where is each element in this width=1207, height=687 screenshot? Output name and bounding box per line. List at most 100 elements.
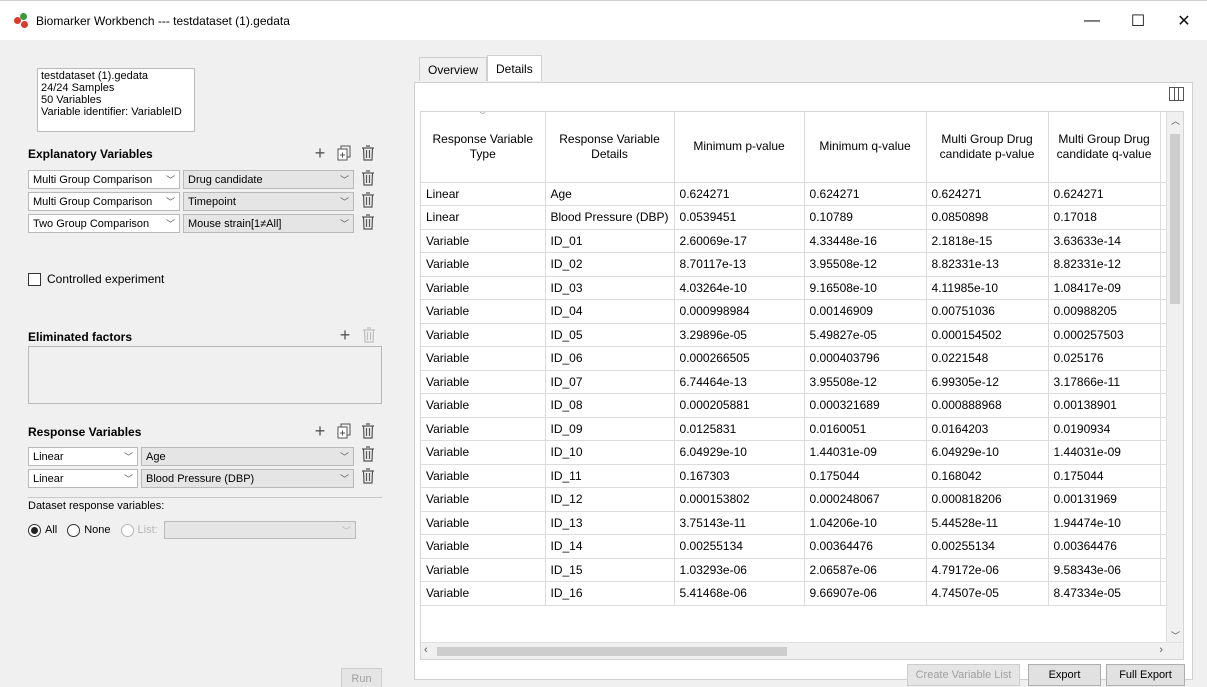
table-row[interactable]: Variable ID_08 0.000205881 0.000321689 0.000… [421,393,1181,418]
chevron-down-icon: ﹀ [339,175,349,185]
table-row[interactable]: Variable ID_13 3.75143e-11 1.04206e-10 5.445… [421,511,1181,535]
chevron-down-icon: ﹀ [123,474,133,484]
explanatory-type-select-2[interactable]: Multi Group Comparison ﹀ [28,192,180,211]
table-row[interactable]: Variable ID_05 3.29896e-05 5.49827e-05 0.000… [421,323,1181,347]
controlled-experiment-checkbox[interactable] [28,272,41,286]
export-button[interactable]: Export [1028,664,1101,686]
dataset-response-label: Dataset response variables: [28,497,382,512]
tab-details[interactable]: Details [487,55,542,81]
radio-none[interactable] [67,523,81,537]
dataset-info-box: testdataset (1).gedata 24/24 Samples 50 … [37,68,195,132]
explanatory-variable-select-3[interactable]: Mouse strain[1≠All] ﹀ [183,214,354,233]
table-cell: Variable [421,581,546,606]
table-cell: ID_14 [545,534,675,559]
vertical-scroll-thumb[interactable] [1170,134,1180,304]
column-header[interactable]: Minimum p-value [674,112,805,183]
table-cell: ID_15 [545,558,675,582]
table-cell: 1.03293e-06 [674,558,805,582]
delete-row-trash-icon[interactable] [361,446,375,466]
horizontal-scrollbar[interactable]: ‹ › [421,642,1183,659]
table-row[interactable]: Variable ID_03 4.03264e-10 9.16508e-10 4.119… [421,276,1181,300]
delete-row-trash-icon[interactable] [361,192,375,212]
column-header[interactable]: ﹀ Response Variable Type [421,112,546,183]
table-cell: 1.44031e-09 [1048,440,1161,465]
explanatory-variable-select-1[interactable]: Drug candidate ﹀ [183,170,354,189]
chevron-down-icon: ﹀ [123,452,133,462]
table-header-row: ﹀ Response Variable Type Response Variabl… [421,112,1181,183]
tab-overview[interactable]: Overview [419,57,488,81]
table-row[interactable]: Variable ID_14 0.00255134 0.00364476 0.00255… [421,534,1181,559]
horizontal-scroll-thumb[interactable] [437,647,787,656]
table-cell: 9.16508e-10 [804,276,927,300]
table-cell: 4.79172e-06 [926,558,1049,582]
table-cell: 8.82331e-13 [926,252,1049,277]
radio-none-label: None [84,524,111,536]
table-row[interactable]: Variable ID_11 0.167303 0.175044 0.168042 0.1… [421,464,1181,488]
table-cell: ID_16 [545,581,675,606]
table-cell: 5.44528e-11 [926,511,1049,535]
table-row[interactable]: Variable ID_04 0.000998984 0.00146909 0.0075… [421,299,1181,324]
maximize-button[interactable]: ☐ [1115,1,1161,41]
explanatory-variable-select-2[interactable]: Timepoint ﹀ [183,192,354,211]
response-variable-select-1[interactable]: Age ﹀ [141,447,354,466]
table-cell: 0.00255134 [674,534,805,559]
table-cell: 0.000257503 [1048,323,1161,347]
radio-all[interactable] [28,523,41,537]
copy-response-icon[interactable] [336,422,352,440]
table-cell: Variable [421,346,546,371]
add-explanatory-plus-icon[interactable]: + [312,143,328,163]
vertical-scrollbar[interactable]: ︿ ﹀ [1166,112,1183,644]
table-cell: 5.41468e-06 [674,581,805,606]
response-type-select-1[interactable]: Linear ﹀ [28,447,138,466]
table-row[interactable]: Linear Blood Pressure (DBP) 0.0539451 0.107… [421,205,1181,230]
table-row[interactable]: Variable ID_16 5.41468e-06 9.66907e-06 4.745… [421,581,1181,606]
response-variable-select-2[interactable]: Blood Pressure (DBP) ﹀ [141,469,354,488]
table-row[interactable]: Variable ID_06 0.000266505 0.000403796 0.022… [421,346,1181,371]
eliminated-factors-list[interactable] [28,346,382,404]
table-cell: 6.74464e-13 [674,370,805,394]
add-eliminated-plus-icon[interactable]: + [337,325,353,345]
explanatory-type-select-3[interactable]: Two Group Comparison ﹀ [28,214,180,233]
minimize-button[interactable]: — [1069,1,1115,41]
table-row[interactable]: Variable ID_01 2.60069e-17 4.33448e-16 2.181… [421,229,1181,253]
dataset-variables: 50 Variables [41,94,102,106]
column-header[interactable]: Multi Group Drug candidate q-value [1048,112,1161,183]
table-row[interactable]: Linear Age 0.624271 0.624271 0.624271 0.62427… [421,182,1181,206]
delete-row-trash-icon[interactable] [361,468,375,488]
table-row[interactable]: Variable ID_10 6.04929e-10 1.44031e-09 6.049… [421,440,1181,465]
table-cell: ID_02 [545,252,675,277]
response-type-select-2[interactable]: Linear ﹀ [28,469,138,488]
controlled-experiment-row[interactable]: Controlled experiment [28,272,164,286]
table-row[interactable]: Variable ID_09 0.0125831 0.0160051 0.0164203… [421,417,1181,441]
full-export-button[interactable]: Full Export [1106,664,1185,686]
table-cell: Variable [421,370,546,394]
column-chooser-icon[interactable] [1169,87,1184,101]
table-row[interactable]: Variable ID_12 0.000153802 0.000248067 0.000… [421,487,1181,512]
controlled-experiment-label: Controlled experiment [47,272,165,286]
table-cell: 0.0539451 [674,205,805,230]
delete-row-trash-icon[interactable] [361,214,375,234]
chevron-down-icon: ﹀ [339,197,349,207]
close-button[interactable]: ✕ [1161,1,1207,41]
table-cell: 4.11985e-10 [926,276,1049,300]
column-header[interactable]: Multi Group Drug candidate p-value [926,112,1049,183]
copy-explanatory-icon[interactable] [336,144,352,162]
table-row[interactable]: Variable ID_15 1.03293e-06 2.06587e-06 4.791… [421,558,1181,582]
scroll-up-icon: ︿ [1170,116,1180,126]
delete-response-trash-icon[interactable] [360,422,376,440]
table-row[interactable]: Variable ID_07 6.74464e-13 3.95508e-12 6.993… [421,370,1181,394]
table-cell: 0.175044 [804,464,927,488]
table-cell: 0.00131969 [1048,487,1161,512]
scroll-down-icon: ﹀ [1170,631,1180,641]
delete-explanatory-trash-icon[interactable] [360,144,376,162]
explanatory-type-select-1[interactable]: Multi Group Comparison ﹀ [28,170,180,189]
delete-row-trash-icon[interactable] [361,170,375,190]
column-header[interactable]: Response Variable Details [545,112,675,183]
add-response-plus-icon[interactable]: + [312,421,328,441]
table-row[interactable]: Variable ID_02 8.70117e-13 3.95508e-12 8.823… [421,252,1181,277]
table-cell: Variable [421,393,546,418]
table-cell: 2.06587e-06 [804,558,927,582]
table-cell: Variable [421,534,546,559]
column-header[interactable]: Minimum q-value [804,112,927,183]
dataset-response-radio-group: All None List: ﹀ [28,521,356,539]
